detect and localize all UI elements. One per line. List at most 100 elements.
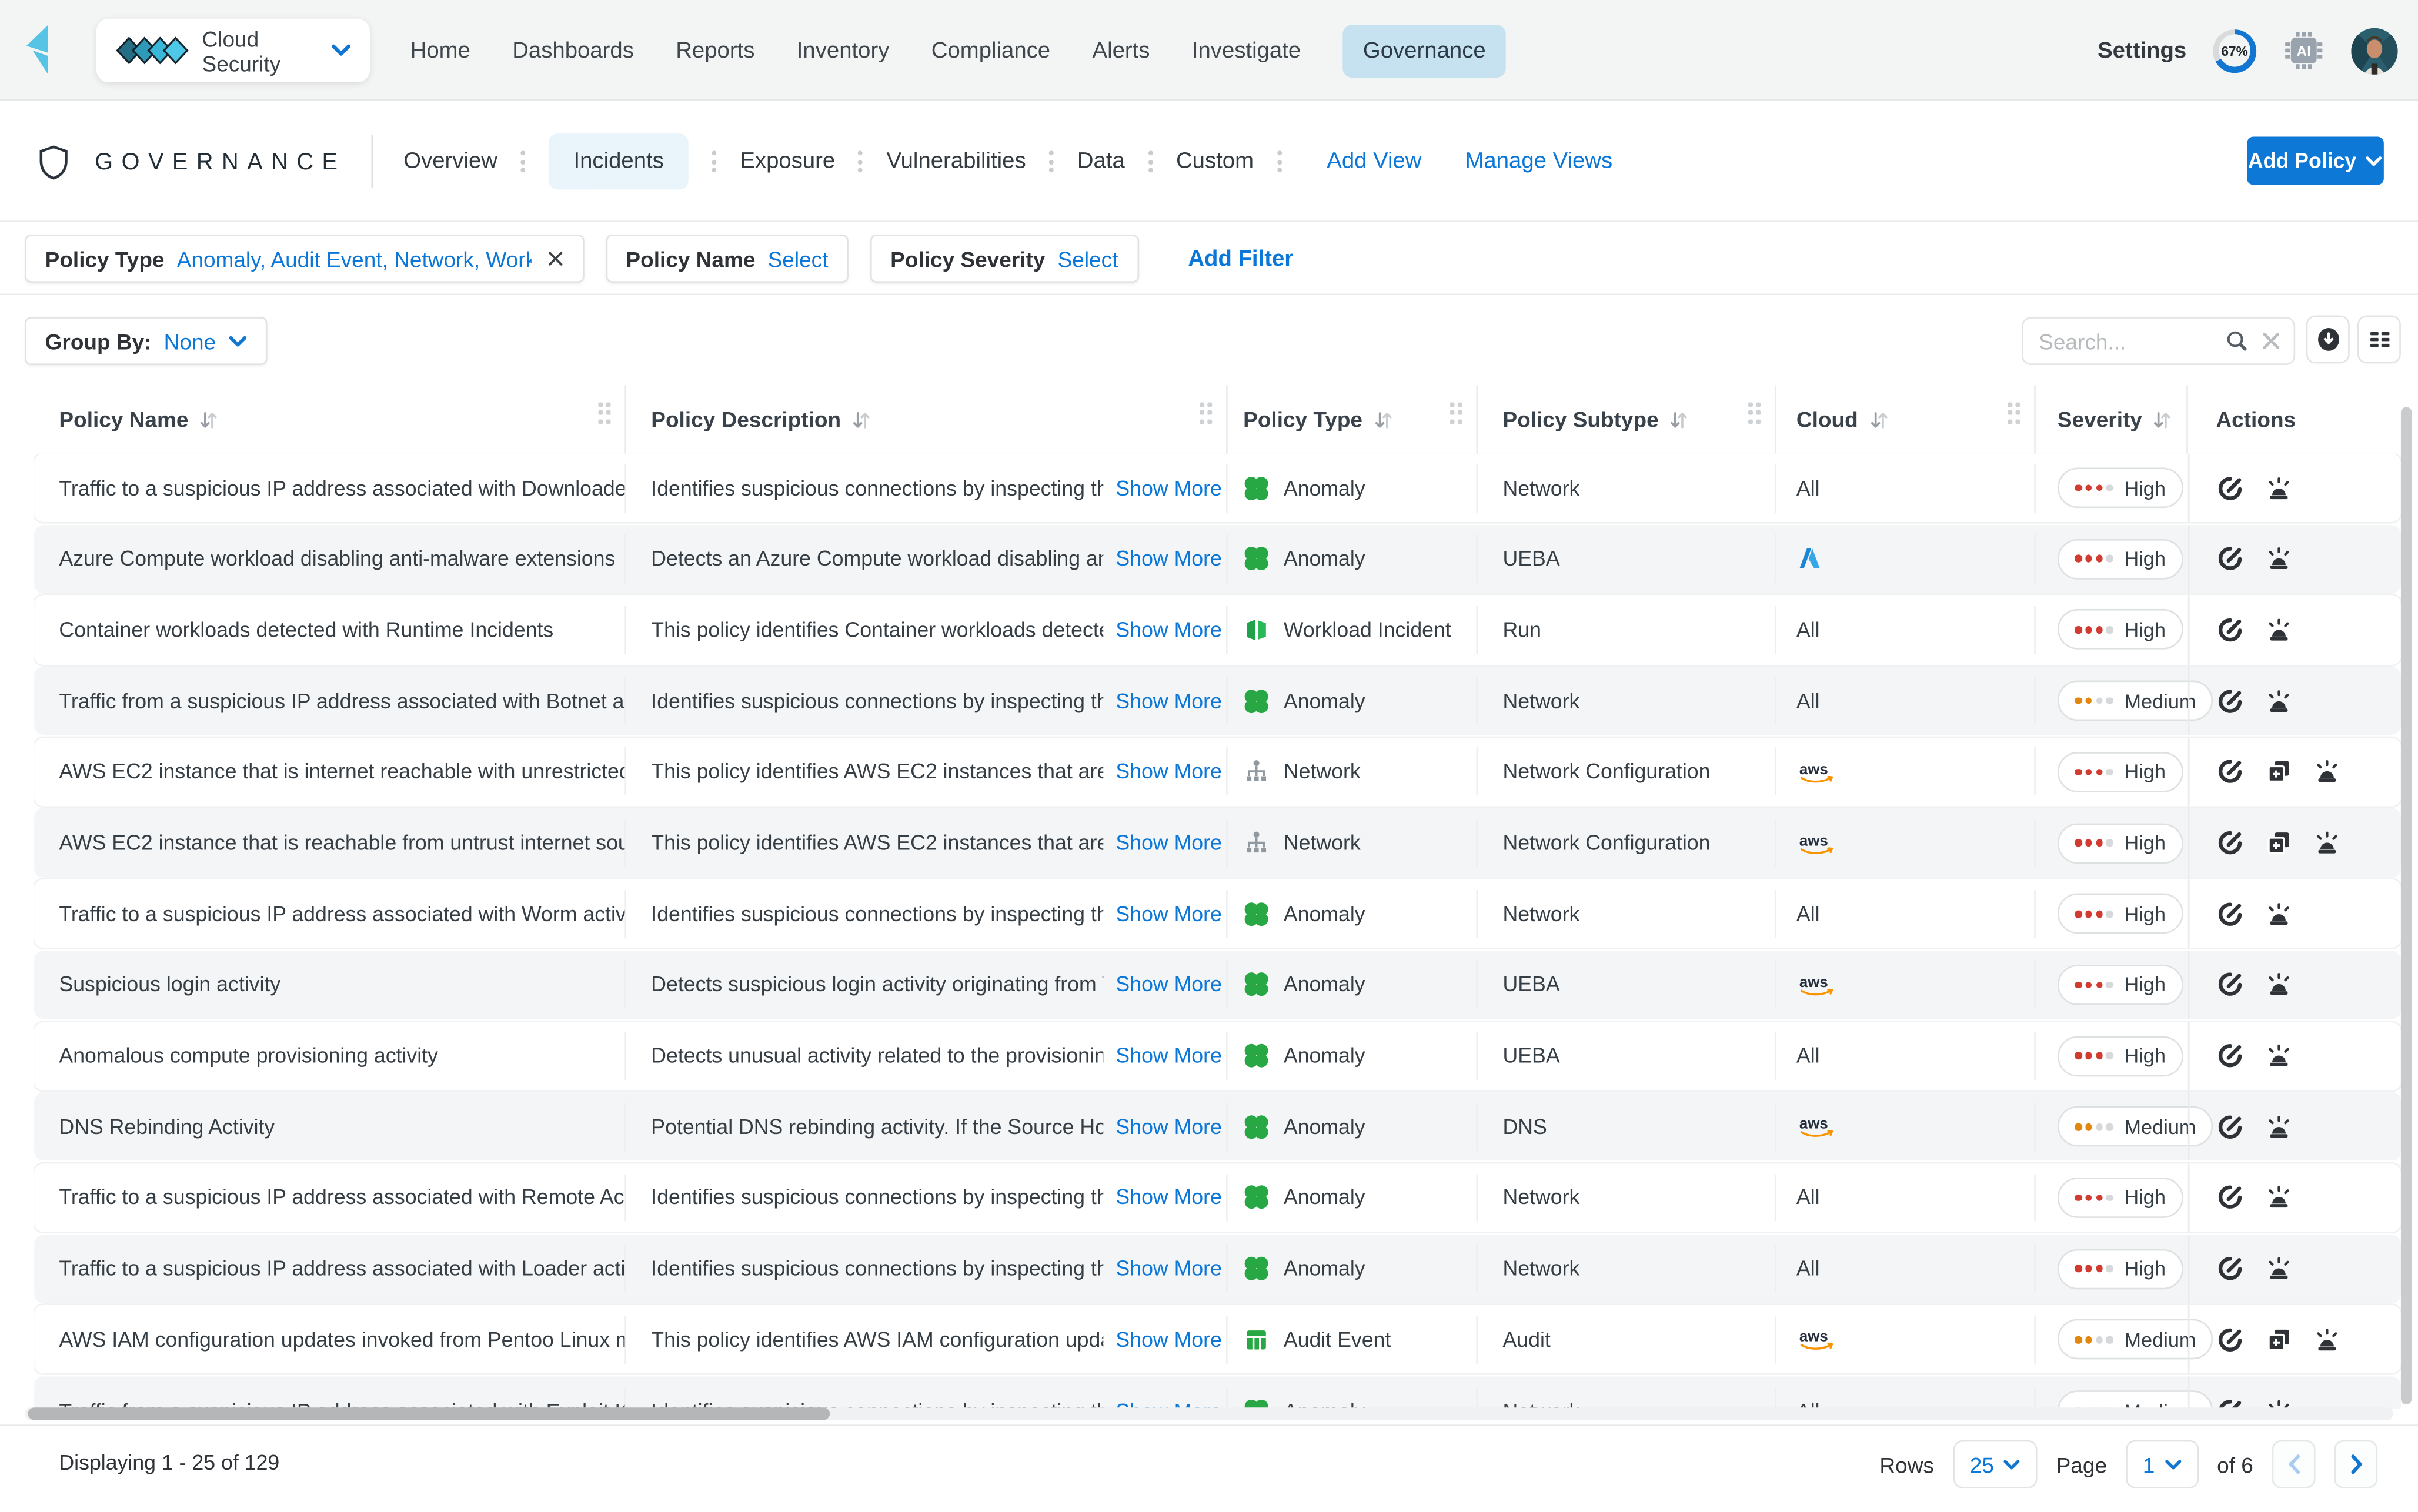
tab-vulnerabilities[interactable]: Vulnerabilities: [886, 149, 1026, 174]
alarm-action-icon[interactable]: [2314, 1326, 2340, 1353]
alarm-action-icon[interactable]: [2266, 1113, 2292, 1140]
policy-name-cell[interactable]: AWS EC2 instance that is internet reacha…: [34, 738, 626, 807]
policy-name-cell[interactable]: Container workloads detected with Runtim…: [34, 596, 626, 664]
nav-item-compliance[interactable]: Compliance: [931, 38, 1050, 63]
tab-menu-kebab-icon[interactable]: [520, 150, 526, 173]
column-header-severity[interactable]: Severity: [2036, 385, 2188, 454]
policy-name-cell[interactable]: Traffic from a suspicious IP address ass…: [34, 1376, 626, 1409]
download-button[interactable]: [2306, 315, 2350, 364]
policy-name-cell[interactable]: DNS Rebinding Activity: [34, 1092, 626, 1161]
close-icon[interactable]: [547, 250, 564, 267]
alarm-action-icon[interactable]: [2266, 617, 2292, 643]
filter-chip-policy-type[interactable]: Policy Type Anomaly, Audit Event, Networ…: [25, 235, 585, 283]
tab-menu-kebab-icon[interactable]: [712, 150, 717, 173]
column-drag-handle[interactable]: [597, 402, 611, 424]
column-header-policy-type[interactable]: Policy Type: [1228, 385, 1478, 454]
alarm-action-icon[interactable]: [2266, 901, 2292, 927]
user-avatar[interactable]: [2351, 27, 2398, 74]
tab-menu-kebab-icon[interactable]: [1277, 150, 1282, 173]
show-more-link[interactable]: Show More: [1116, 973, 1221, 996]
table-row[interactable]: Traffic to a suspicious IP address assoc…: [34, 1163, 2401, 1232]
add-policy-button[interactable]: Add Policy: [2247, 136, 2384, 185]
policy-name-cell[interactable]: Traffic to a suspicious IP address assoc…: [34, 1235, 626, 1303]
show-more-link[interactable]: Show More: [1116, 760, 1221, 784]
clone-action-icon[interactable]: [2266, 759, 2292, 785]
table-row[interactable]: Suspicious login activity Detects suspic…: [34, 950, 2401, 1019]
table-row[interactable]: Anomalous compute provisioning activity …: [34, 1021, 2401, 1090]
column-header-policy-description[interactable]: Policy Description: [626, 385, 1228, 454]
clone-action-icon[interactable]: [2266, 1326, 2292, 1353]
alarm-action-icon[interactable]: [2266, 546, 2292, 572]
edit-action-icon[interactable]: [2217, 901, 2244, 927]
rows-per-page-select[interactable]: 25: [1952, 1440, 2038, 1488]
show-more-link[interactable]: Show More: [1116, 1257, 1221, 1280]
column-header-policy-subtype[interactable]: Policy Subtype: [1478, 385, 1776, 454]
nav-item-reports[interactable]: Reports: [676, 38, 754, 63]
column-drag-handle[interactable]: [1747, 402, 1761, 424]
policy-name-cell[interactable]: AWS IAM configuration updates invoked fr…: [34, 1306, 626, 1374]
column-drag-handle[interactable]: [2007, 402, 2020, 424]
show-more-link[interactable]: Show More: [1116, 476, 1221, 500]
add-filter-link[interactable]: Add Filter: [1188, 246, 1293, 271]
alarm-action-icon[interactable]: [2266, 1256, 2292, 1282]
show-more-link[interactable]: Show More: [1116, 831, 1221, 855]
sort-icon[interactable]: [1669, 409, 1688, 429]
brand-logo-icon[interactable]: [22, 22, 62, 78]
group-by-dropdown[interactable]: Group By: None: [25, 317, 268, 366]
table-row[interactable]: Traffic to a suspicious IP address assoc…: [34, 453, 2401, 523]
alarm-action-icon[interactable]: [2314, 829, 2340, 856]
settings-link[interactable]: Settings: [2098, 38, 2186, 63]
tab-incidents[interactable]: Incidents: [549, 133, 689, 190]
alarm-action-icon[interactable]: [2266, 688, 2292, 714]
policy-name-cell[interactable]: Traffic to a suspicious IP address assoc…: [34, 1163, 626, 1232]
column-header-policy-name[interactable]: Policy Name: [34, 385, 626, 454]
tab-menu-kebab-icon[interactable]: [1148, 150, 1153, 173]
alarm-action-icon[interactable]: [2266, 1042, 2292, 1069]
alarm-action-icon[interactable]: [2266, 1185, 2292, 1211]
clone-action-icon[interactable]: [2266, 829, 2292, 856]
edit-action-icon[interactable]: [2217, 1185, 2244, 1211]
policy-name-cell[interactable]: Traffic from a suspicious IP address ass…: [34, 667, 626, 735]
add-view-link[interactable]: Add View: [1327, 149, 1421, 174]
table-row[interactable]: Container workloads detected with Runtim…: [34, 596, 2401, 664]
edit-action-icon[interactable]: [2217, 546, 2244, 572]
edit-action-icon[interactable]: [2217, 475, 2244, 501]
show-more-link[interactable]: Show More: [1116, 547, 1221, 571]
alarm-action-icon[interactable]: [2266, 972, 2292, 998]
alarm-action-icon[interactable]: [2266, 475, 2292, 501]
nav-item-alerts[interactable]: Alerts: [1093, 38, 1150, 63]
tab-custom[interactable]: Custom: [1176, 149, 1254, 174]
edit-action-icon[interactable]: [2217, 1326, 2244, 1353]
nav-item-governance[interactable]: Governance: [1342, 24, 1507, 77]
tab-menu-kebab-icon[interactable]: [858, 150, 863, 173]
previous-page-button[interactable]: [2272, 1440, 2316, 1488]
policy-name-cell[interactable]: Suspicious login activity: [34, 951, 626, 1019]
edit-action-icon[interactable]: [2217, 759, 2244, 785]
show-more-link[interactable]: Show More: [1116, 689, 1221, 712]
edit-action-icon[interactable]: [2217, 1113, 2244, 1140]
table-row[interactable]: AWS IAM configuration updates invoked fr…: [34, 1305, 2401, 1374]
nav-item-home[interactable]: Home: [410, 38, 470, 63]
policy-name-cell[interactable]: Azure Compute workload disabling anti-ma…: [34, 524, 626, 593]
show-more-link[interactable]: Show More: [1116, 1115, 1221, 1139]
sort-icon[interactable]: [1374, 409, 1392, 429]
sort-icon[interactable]: [852, 409, 871, 429]
column-drag-handle[interactable]: [1199, 402, 1213, 424]
edit-action-icon[interactable]: [2217, 688, 2244, 714]
show-more-link[interactable]: Show More: [1116, 618, 1221, 642]
edit-action-icon[interactable]: [2217, 1256, 2244, 1282]
show-more-link[interactable]: Show More: [1116, 1186, 1221, 1210]
policy-name-cell[interactable]: AWS EC2 instance that is reachable from …: [34, 808, 626, 877]
product-selector-dropdown[interactable]: Cloud Security: [96, 18, 370, 83]
nav-item-dashboards[interactable]: Dashboards: [512, 38, 634, 63]
adoption-progress-ring[interactable]: 67%: [2213, 28, 2257, 72]
table-row[interactable]: Traffic from a suspicious IP address ass…: [34, 1376, 2401, 1409]
filter-chip-policy-severity[interactable]: Policy Severity Select: [870, 235, 1138, 283]
column-header-cloud[interactable]: Cloud: [1776, 385, 2036, 454]
alarm-action-icon[interactable]: [2314, 759, 2340, 785]
column-settings-button[interactable]: [2357, 315, 2401, 364]
tab-exposure[interactable]: Exposure: [740, 149, 835, 174]
edit-action-icon[interactable]: [2217, 617, 2244, 643]
policy-name-cell[interactable]: Traffic to a suspicious IP address assoc…: [34, 454, 626, 523]
table-row[interactable]: AWS EC2 instance that is reachable from …: [34, 808, 2401, 878]
